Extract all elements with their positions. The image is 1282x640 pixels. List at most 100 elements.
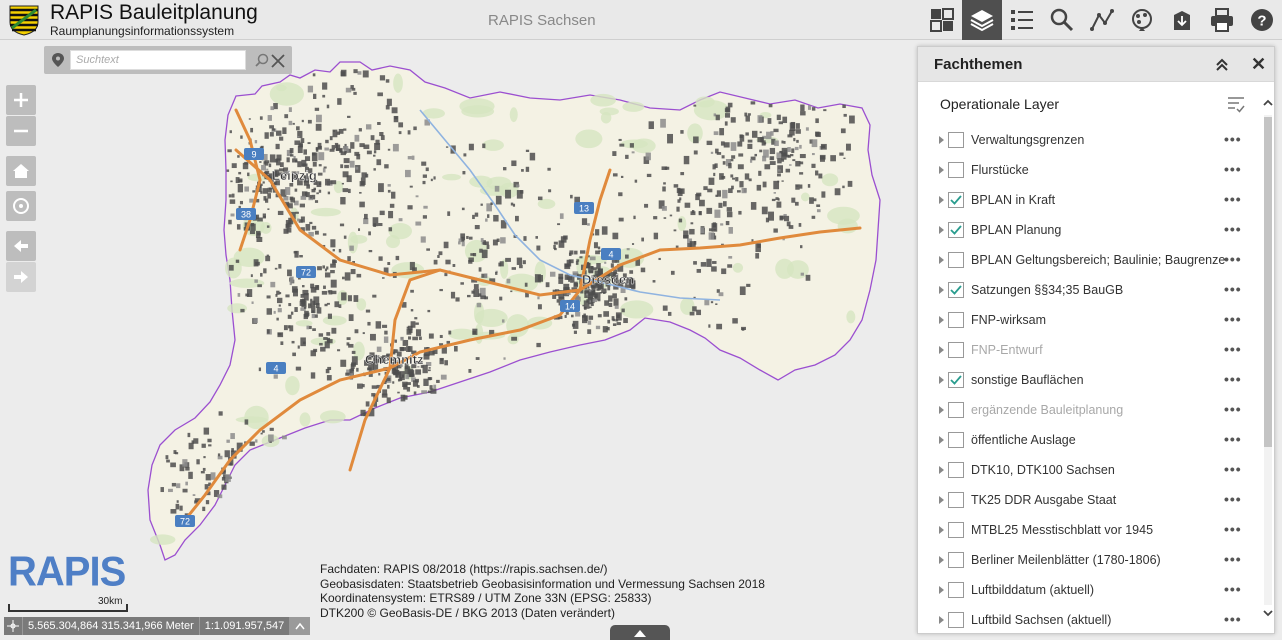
- bplan-feature[interactable]: [716, 190, 722, 197]
- bplan-feature[interactable]: [275, 143, 280, 150]
- bplan-feature[interactable]: [537, 304, 542, 310]
- bplan-feature[interactable]: [468, 368, 472, 373]
- layer-row[interactable]: öffentliche Auslage •••: [918, 425, 1258, 455]
- bplan-feature[interactable]: [587, 262, 591, 266]
- bplan-feature[interactable]: [268, 434, 274, 442]
- bplan-feature[interactable]: [300, 195, 307, 200]
- bplan-feature[interactable]: [265, 198, 269, 203]
- layer-checkbox[interactable]: [948, 492, 964, 508]
- layer-options-button[interactable]: •••: [1224, 461, 1242, 477]
- bplan-feature[interactable]: [794, 201, 799, 206]
- bplan-feature[interactable]: [843, 113, 847, 117]
- bplan-feature[interactable]: [278, 304, 281, 307]
- bplan-feature[interactable]: [289, 182, 294, 187]
- bplan-feature[interactable]: [192, 494, 196, 497]
- bplan-feature[interactable]: [777, 165, 783, 173]
- bplan-feature[interactable]: [165, 455, 169, 460]
- bplan-feature[interactable]: [823, 109, 827, 112]
- bplan-feature[interactable]: [604, 300, 610, 306]
- bplan-feature[interactable]: [800, 272, 804, 276]
- bplan-feature[interactable]: [263, 268, 267, 274]
- bplan-feature[interactable]: [589, 256, 596, 261]
- bplan-feature[interactable]: [739, 286, 746, 296]
- bplan-feature[interactable]: [781, 158, 785, 162]
- bplan-feature[interactable]: [597, 246, 601, 250]
- bplan-feature[interactable]: [631, 243, 635, 245]
- bplan-feature[interactable]: [255, 439, 258, 443]
- bplan-feature[interactable]: [275, 293, 278, 297]
- bplan-feature[interactable]: [537, 196, 543, 201]
- bplan-feature[interactable]: [773, 180, 780, 190]
- bplan-feature[interactable]: [420, 236, 426, 243]
- bplan-feature[interactable]: [595, 229, 600, 236]
- layer-checkbox[interactable]: [948, 522, 964, 538]
- bplan-feature[interactable]: [254, 140, 258, 144]
- bplan-feature[interactable]: [308, 325, 312, 330]
- bplan-feature[interactable]: [316, 192, 319, 195]
- bplan-feature[interactable]: [262, 213, 266, 219]
- bplan-feature[interactable]: [693, 104, 697, 107]
- bplan-feature[interactable]: [358, 228, 361, 231]
- bplan-feature[interactable]: [754, 153, 758, 157]
- bplan-feature[interactable]: [545, 282, 550, 288]
- bplan-feature[interactable]: [462, 170, 466, 175]
- filter-list-icon[interactable]: [1226, 94, 1246, 114]
- bplan-feature[interactable]: [485, 218, 488, 222]
- bplan-feature[interactable]: [737, 164, 744, 170]
- bplan-feature[interactable]: [721, 155, 725, 159]
- bplan-feature[interactable]: [680, 130, 684, 134]
- bplan-feature[interactable]: [313, 93, 317, 99]
- bplan-feature[interactable]: [422, 180, 426, 185]
- bplan-feature[interactable]: [294, 188, 298, 192]
- layer-row[interactable]: Satzungen §§34;35 BauGB •••: [918, 275, 1258, 305]
- bplan-feature[interactable]: [317, 172, 323, 176]
- measure-button[interactable]: [1082, 0, 1122, 40]
- bplan-feature[interactable]: [338, 248, 342, 253]
- bplan-feature[interactable]: [410, 309, 414, 312]
- bplan-feature[interactable]: [773, 128, 779, 133]
- bplan-feature[interactable]: [481, 249, 488, 259]
- bplan-feature[interactable]: [389, 203, 395, 208]
- bplan-feature[interactable]: [188, 471, 193, 479]
- bplan-feature[interactable]: [331, 327, 337, 334]
- bplan-feature[interactable]: [377, 122, 381, 125]
- bplan-feature[interactable]: [429, 385, 433, 390]
- bplan-feature[interactable]: [708, 232, 715, 240]
- bplan-feature[interactable]: [367, 367, 372, 371]
- bplan-feature[interactable]: [714, 209, 721, 218]
- bplan-feature[interactable]: [350, 268, 356, 275]
- bplan-feature[interactable]: [678, 218, 683, 223]
- bplan-feature[interactable]: [373, 154, 376, 157]
- bplan-feature[interactable]: [347, 115, 351, 118]
- bplan-feature[interactable]: [300, 216, 305, 223]
- bplan-feature[interactable]: [781, 140, 784, 144]
- bplan-feature[interactable]: [226, 439, 230, 443]
- bplan-feature[interactable]: [723, 201, 727, 207]
- bplan-feature[interactable]: [646, 173, 652, 178]
- bplan-feature[interactable]: [359, 201, 365, 208]
- bplan-feature[interactable]: [253, 317, 258, 324]
- bplan-feature[interactable]: [397, 378, 401, 382]
- bplan-feature[interactable]: [653, 232, 659, 240]
- bplan-feature[interactable]: [365, 309, 371, 313]
- bplan-feature[interactable]: [778, 121, 783, 125]
- bplan-feature[interactable]: [777, 173, 781, 177]
- bplan-feature[interactable]: [461, 241, 465, 247]
- bplan-feature[interactable]: [369, 333, 376, 341]
- bplan-feature[interactable]: [732, 177, 735, 180]
- layer-row[interactable]: Verwaltungsgrenzen •••: [918, 125, 1258, 155]
- bplan-feature[interactable]: [849, 115, 855, 124]
- bplan-feature[interactable]: [726, 211, 733, 218]
- bplan-feature[interactable]: [476, 302, 482, 308]
- bplan-feature[interactable]: [458, 241, 461, 245]
- bplan-feature[interactable]: [568, 279, 571, 282]
- bplan-feature[interactable]: [611, 316, 615, 321]
- bplan-feature[interactable]: [315, 114, 322, 123]
- bplan-feature[interactable]: [455, 297, 460, 302]
- bplan-feature[interactable]: [480, 238, 484, 242]
- caret-right-icon[interactable]: [939, 615, 945, 625]
- bplan-feature[interactable]: [756, 184, 762, 191]
- bplan-feature[interactable]: [461, 236, 465, 242]
- bplan-feature[interactable]: [648, 121, 654, 130]
- locate-button[interactable]: [6, 191, 36, 221]
